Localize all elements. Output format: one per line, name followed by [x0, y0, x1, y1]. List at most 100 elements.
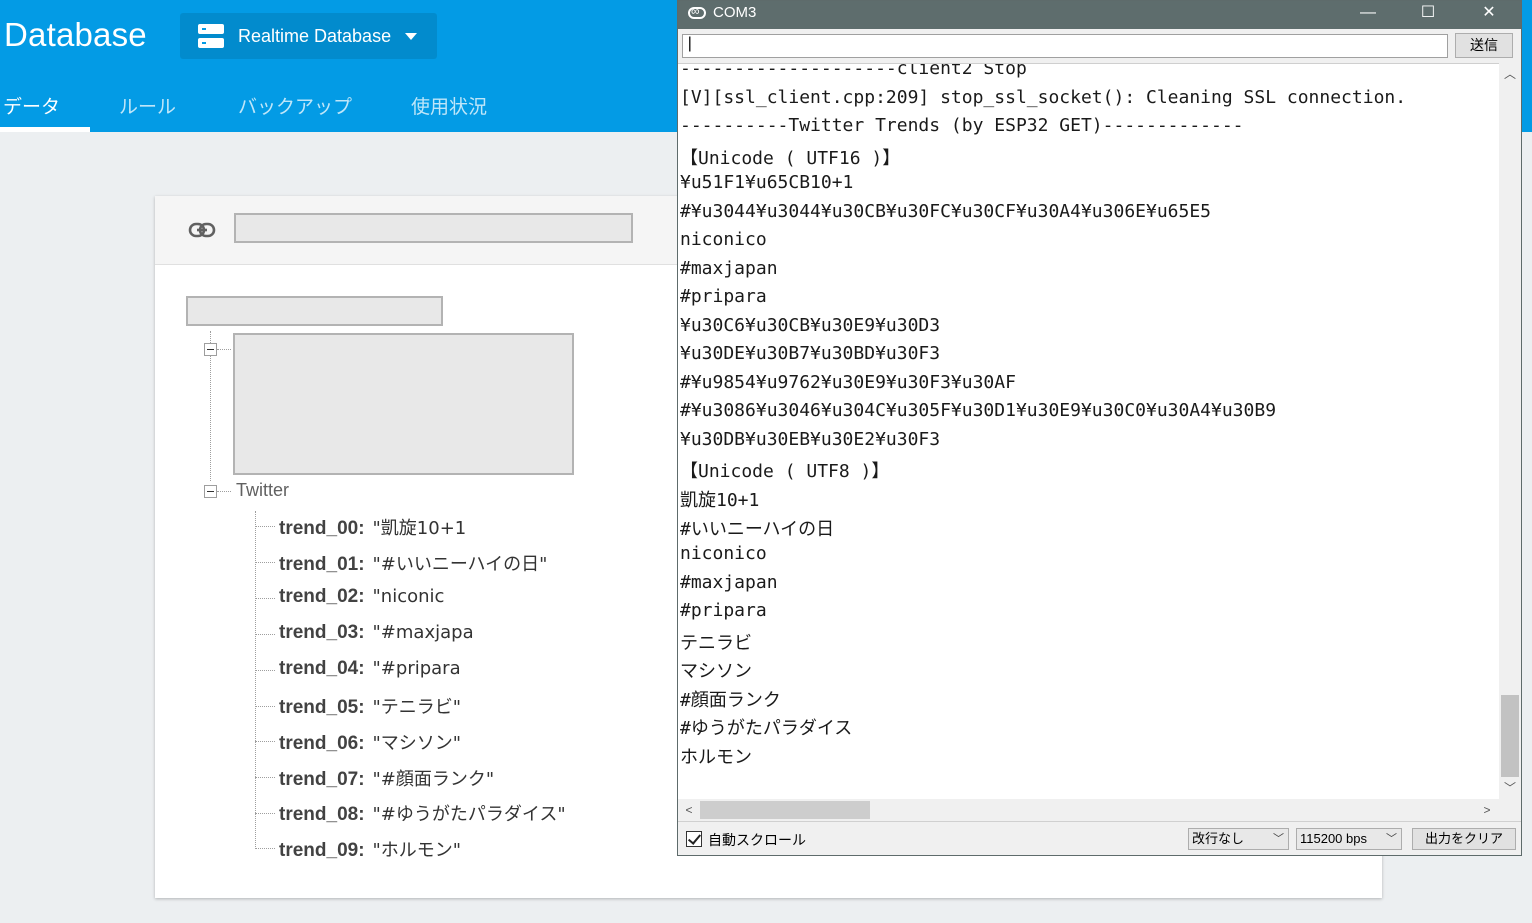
tree-connector [255, 670, 275, 671]
vertical-scrollbar[interactable]: ︿ ﹀ [1499, 63, 1521, 799]
output-line: ----------Twitter Trends (by ESP32 GET)-… [680, 115, 1244, 136]
output-line: [V][ssl_client.cpp:209] stop_ssl_socket(… [680, 87, 1407, 108]
tab-usage[interactable]: 使用状況 [411, 92, 487, 119]
output-line: マシソン [680, 661, 752, 682]
scroll-right-icon[interactable]: > [1478, 801, 1496, 819]
trend-key: trend_05: [279, 697, 365, 718]
clear-output-button[interactable]: 出力をクリア [1412, 828, 1516, 850]
output-line: ¥u51F1¥u65CB10+1 [680, 172, 854, 193]
window-title: COM3 [713, 4, 757, 21]
serial-monitor-window: COM3 — ☐ ✕ | 送信 --------------------clie… [677, 0, 1522, 856]
output-line: #ゆうがたパラダイス [680, 718, 853, 739]
serial-monitor-footer: 自動スクロール 改行なし ﹀ 115200 bps ﹀ 出力をクリア [678, 821, 1521, 855]
tree-connector [255, 741, 275, 742]
tree-leaf-trend-00[interactable]: trend_00: "凱旋10+1 [279, 514, 466, 540]
output-line: #maxjapan [680, 572, 778, 593]
trend-value: "#ゆうがたパラダイス" [372, 804, 566, 825]
trend-value: "マシソン" [372, 733, 462, 754]
tree-leaf-trend-04[interactable]: trend_04: "#priparа [279, 658, 461, 684]
output-line: 凱旋10+1 [680, 490, 760, 511]
trend-key: trend_04: [279, 658, 365, 679]
trend-value: "niconic [372, 586, 445, 607]
tree-connector [255, 848, 275, 849]
tree-leaf-trend-09[interactable]: trend_09: "ホルモン" [279, 836, 461, 862]
output-line: ¥u30DB¥u30EB¥u30E2¥u30F3 [680, 429, 941, 450]
output-line: --------------------client2 Stop [680, 63, 1027, 79]
output-line: #maxjapan [680, 258, 778, 279]
tree-connector [255, 706, 275, 707]
scroll-left-icon[interactable]: < [680, 801, 698, 819]
line-ending-select[interactable]: 改行なし ﹀ [1188, 828, 1289, 850]
database-selector-label: Realtime Database [238, 25, 392, 46]
arduino-logo-icon [688, 4, 706, 19]
database-icon [198, 24, 224, 48]
window-titlebar[interactable]: COM3 — ☐ ✕ [678, 1, 1521, 29]
trend-key: trend_02: [279, 586, 365, 607]
chevron-down-icon [405, 32, 418, 40]
trend-key: trend_03: [279, 622, 365, 643]
tree-connector [255, 813, 275, 814]
autoscroll-label: 自動スクロール [708, 832, 806, 848]
trend-key: trend_00: [279, 518, 365, 539]
output-line: テニラビ [680, 633, 752, 654]
output-line: #顔面ランク [680, 690, 781, 711]
output-line: ¥u30DE¥u30B7¥u30BD¥u30F3 [680, 343, 941, 364]
trend-key: trend_08: [279, 804, 365, 825]
tree-leaf-trend-03[interactable]: trend_03: "#maxjapa [279, 622, 474, 648]
autoscroll-checkbox[interactable] [686, 831, 702, 847]
output-line: 【Unicode ( UTF8 )】 [680, 461, 890, 482]
horizontal-scroll-thumb[interactable] [700, 801, 870, 819]
output-line: #pripara [680, 600, 767, 621]
output-line: ¥u30C6¥u30CB¥u30E9¥u30D3 [680, 315, 941, 336]
root-node-label[interactable] [186, 296, 443, 326]
close-button[interactable]: ✕ [1459, 1, 1519, 29]
trend-key: trend_06: [279, 733, 365, 754]
tab-rules[interactable]: ルール [119, 92, 176, 119]
vertical-scroll-thumb[interactable] [1501, 695, 1519, 777]
output-line: #¥u3044¥u3044¥u30CB¥u30FC¥u30CF¥u30A4¥u3… [680, 201, 1212, 222]
tree-leaf-trend-02[interactable]: trend_02: "niconic [279, 586, 444, 612]
collapse-icon[interactable] [204, 485, 217, 498]
tree-connector [255, 562, 275, 563]
tree-connector [255, 598, 275, 599]
tree-connector [217, 349, 231, 350]
baud-rate-value: 115200 bps [1300, 831, 1367, 846]
trend-value: "#maxjapa [372, 622, 474, 643]
trend-key: trend_09: [279, 840, 365, 861]
tree-connector [255, 777, 275, 778]
tab-data[interactable]: データ [3, 92, 60, 119]
output-line: #¥u9854¥u9762¥u30E9¥u30F3¥u30AF [680, 372, 1016, 393]
tree-leaf-trend-08[interactable]: trend_08: "#ゆうがたパラダイス" [279, 800, 566, 826]
scroll-down-icon[interactable]: ﹀ [1501, 779, 1519, 797]
output-line: niconico [680, 229, 767, 250]
database-selector[interactable]: Realtime Database [180, 13, 437, 59]
tree-leaf-trend-05[interactable]: trend_05: "テニラビ" [279, 693, 461, 719]
database-url-field[interactable] [234, 213, 633, 243]
chevron-down-icon: ﹀ [1273, 833, 1284, 845]
horizontal-scrollbar[interactable]: < > [678, 799, 1499, 821]
tree-leaf-trend-07[interactable]: trend_07: "#顔面ランク" [279, 765, 494, 791]
output-line: #いいニーハイの日 [680, 519, 835, 540]
line-ending-value: 改行なし [1192, 831, 1245, 846]
child-node-label[interactable] [233, 333, 574, 475]
trend-key: trend_01: [279, 554, 365, 575]
send-button[interactable]: 送信 [1455, 33, 1513, 58]
trend-key: trend_07: [279, 769, 365, 790]
output-line: 【Unicode ( UTF16 )】 [680, 148, 901, 169]
collapse-icon[interactable] [204, 343, 217, 356]
active-tab-indicator [0, 127, 90, 132]
tree-leaf-trend-01[interactable]: trend_01: "#いいニーハイの日" [279, 550, 547, 576]
output-line: niconico [680, 543, 767, 564]
maximize-button[interactable]: ☐ [1398, 1, 1458, 29]
minimize-button[interactable]: — [1338, 1, 1398, 29]
tree-leaf-trend-06[interactable]: trend_06: "マシソン" [279, 729, 461, 755]
baud-rate-select[interactable]: 115200 bps ﹀ [1296, 828, 1402, 850]
trend-value: "#いいニーハイの日" [372, 554, 548, 575]
twitter-node-label[interactable]: Twitter [236, 480, 289, 501]
tab-backup[interactable]: バックアップ [238, 92, 352, 119]
serial-input-field[interactable]: | [682, 34, 1448, 58]
output-line: #¥u3086¥u3046¥u304C¥u305F¥u30D1¥u30E9¥u3… [680, 400, 1277, 421]
scroll-up-icon[interactable]: ︿ [1501, 65, 1519, 83]
serial-output: --------------------client2 Stop [V][ssl… [678, 63, 1499, 799]
link-icon[interactable] [188, 220, 216, 240]
